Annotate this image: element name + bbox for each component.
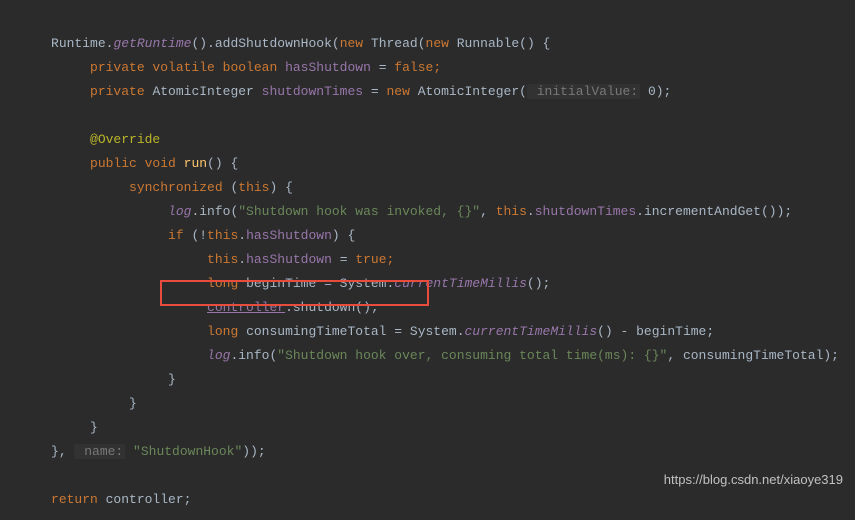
code-line: synchronized (this) {	[12, 180, 293, 195]
code-line: private AtomicInteger shutdownTimes = ne…	[12, 84, 671, 99]
code-line: log.info("Shutdown hook was invoked, {}"…	[12, 204, 792, 219]
watermark-text: https://blog.csdn.net/xiaoye319	[664, 468, 843, 492]
param-hint: name:	[74, 444, 125, 459]
code-line: }	[12, 372, 176, 387]
code-line: }	[12, 396, 137, 411]
code-line: private volatile boolean hasShutdown = f…	[12, 60, 441, 75]
code-line: @Override	[12, 132, 160, 147]
code-line: public void run() {	[12, 156, 238, 171]
param-hint: initialValue:	[527, 84, 640, 99]
code-line: }	[12, 420, 98, 435]
code-editor[interactable]: Runtime.getRuntime().addShutdownHook(new…	[0, 0, 855, 520]
code-line: if (!this.hasShutdown) {	[12, 228, 355, 243]
highlight-annotation	[160, 280, 429, 306]
code-line	[12, 108, 20, 123]
code-line: Runtime.getRuntime().addShutdownHook(new…	[12, 36, 550, 51]
code-line: }, name: "ShutdownHook"));	[12, 444, 266, 459]
code-line: this.hasShutdown = true;	[12, 252, 394, 267]
code-line: log.info("Shutdown hook over, consuming …	[12, 348, 839, 363]
code-line	[12, 468, 20, 483]
code-line: long consumingTimeTotal = System.current…	[12, 324, 714, 339]
